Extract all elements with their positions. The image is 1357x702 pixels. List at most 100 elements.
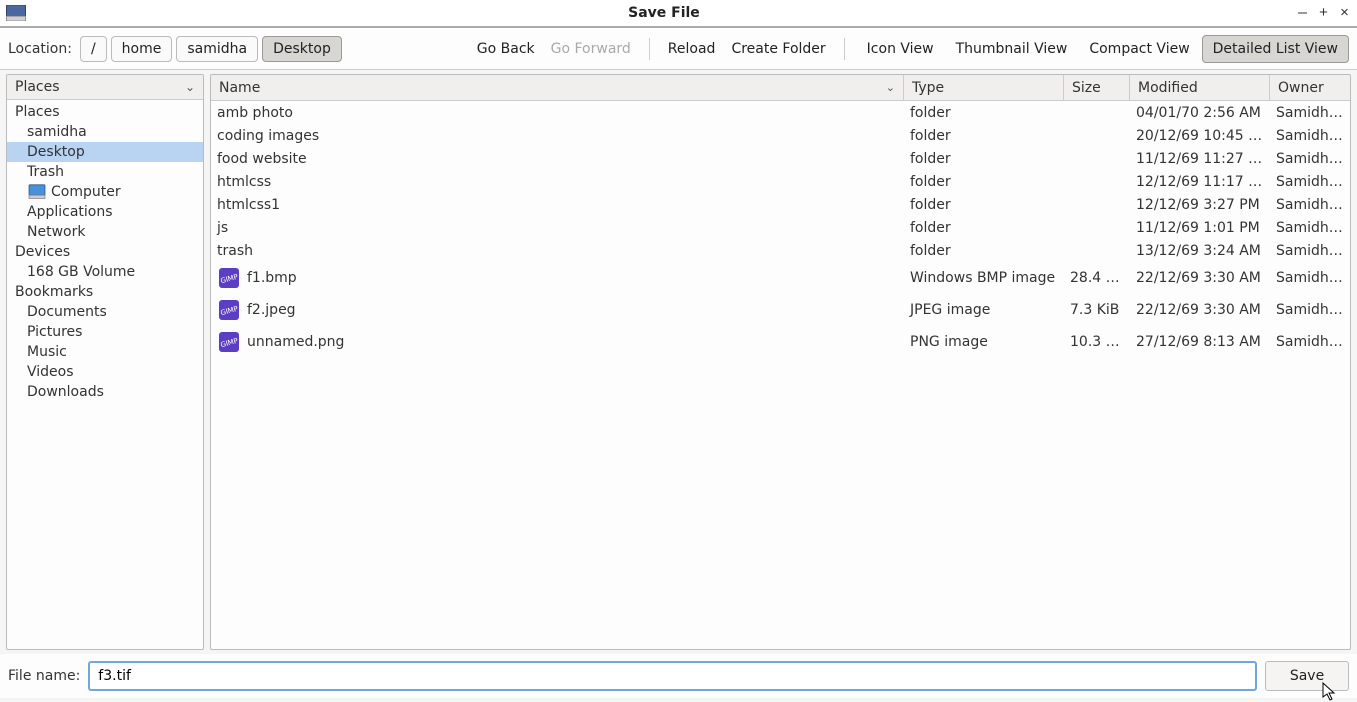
sidebar-list: PlacessamidhaDesktopTrashComputerApplica…	[7, 100, 203, 649]
app-icon	[6, 5, 26, 21]
view-thumbnail-view[interactable]: Thumbnail View	[946, 36, 1078, 62]
breadcrumb--[interactable]: /	[80, 36, 107, 62]
file-type-cell: folder	[904, 243, 1064, 259]
file-owner-cell: Samidha,,,	[1270, 197, 1350, 213]
image-file-icon: GIMP	[217, 330, 241, 354]
sidebar-item-downloads[interactable]: Downloads	[7, 382, 203, 402]
window-title: Save File	[32, 5, 1296, 21]
file-list-body[interactable]: amb photofolder04/01/70 2:56 AMSamidha,,…	[211, 101, 1350, 649]
sidebar-item-network[interactable]: Network	[7, 222, 203, 242]
maximize-button[interactable]: +	[1317, 5, 1330, 22]
file-name-cell: htmlcss	[211, 174, 904, 190]
file-row[interactable]: GIMPf1.bmpWindows BMP image28.4 KiB22/12…	[211, 262, 1350, 294]
separator	[844, 38, 845, 60]
file-modified-cell: 13/12/69 3:24 AM	[1130, 243, 1270, 259]
file-row[interactable]: htmlcss1folder 12/12/69 3:27 PMSamidha,,,	[211, 193, 1350, 216]
file-name-cell: coding images	[211, 128, 904, 144]
column-name[interactable]: Name ⌄	[211, 75, 904, 100]
file-type-cell: folder	[904, 128, 1064, 144]
file-size-cell: 7.3 KiB	[1064, 302, 1130, 318]
file-owner-cell: Samidha,,,	[1270, 302, 1350, 318]
breadcrumb-samidha[interactable]: samidha	[176, 36, 258, 62]
column-name-label: Name	[219, 80, 260, 96]
location-label: Location:	[8, 41, 72, 57]
file-modified-cell: 12/12/69 11:17 AM	[1130, 174, 1270, 190]
file-row[interactable]: GIMPf2.jpegJPEG image7.3 KiB22/12/69 3:3…	[211, 294, 1350, 326]
sidebar-item-computer[interactable]: Computer	[7, 182, 203, 202]
breadcrumb-container: /homesamidhaDesktop	[80, 36, 342, 62]
file-row[interactable]: trashfolder13/12/69 3:24 AMSamidha,,,	[211, 239, 1350, 262]
file-row[interactable]: food websitefolder 11/12/69 11:27 AMSamid…	[211, 147, 1350, 170]
column-size[interactable]: Size	[1064, 75, 1130, 100]
sidebar-item-videos[interactable]: Videos	[7, 362, 203, 382]
breadcrumb-home[interactable]: home	[111, 36, 173, 62]
view-compact-view[interactable]: Compact View	[1079, 36, 1199, 62]
sidebar-item-applications[interactable]: Applications	[7, 202, 203, 222]
file-modified-cell: 20/12/69 10:45 AM	[1130, 128, 1270, 144]
file-modified-cell: 27/12/69 8:13 AM	[1130, 334, 1270, 350]
toolbar: Location: /homesamidhaDesktop Go Back Go…	[0, 28, 1357, 70]
file-list-header: Name ⌄ Type Size Modified Owner	[211, 75, 1350, 101]
sidebar-item-music[interactable]: Music	[7, 342, 203, 362]
image-file-icon: GIMP	[217, 298, 241, 322]
file-row[interactable]: GIMPunnamed.pngPNG image10.3 KiB27/12/69…	[211, 326, 1350, 358]
breadcrumb-Desktop[interactable]: Desktop	[262, 36, 342, 62]
file-owner-cell: Samidha,,,	[1270, 128, 1350, 144]
file-type-cell: folder	[904, 151, 1064, 167]
file-owner-cell: Samidha,,,	[1270, 174, 1350, 190]
reload-button[interactable]: Reload	[662, 37, 722, 61]
file-owner-cell: Samidha,,,	[1270, 243, 1350, 259]
go-back-button[interactable]: Go Back	[471, 37, 541, 61]
main-area: Places ⌄ PlacessamidhaDesktopTrashComput…	[0, 70, 1357, 650]
save-button[interactable]: Save	[1265, 661, 1349, 691]
chevron-down-icon: ⌄	[886, 81, 895, 94]
minimize-button[interactable]: —	[1296, 5, 1309, 22]
filename-label: File name:	[8, 668, 80, 684]
sidebar-item-pictures[interactable]: Pictures	[7, 322, 203, 342]
column-modified[interactable]: Modified	[1130, 75, 1270, 100]
view-detailed-list-view[interactable]: Detailed List View	[1202, 35, 1349, 63]
sidebar-category-bookmarks: Bookmarks	[7, 282, 203, 302]
file-modified-cell: 11/12/69 11:27 AM	[1130, 151, 1270, 167]
close-button[interactable]: ×	[1338, 5, 1351, 22]
sidebar-item-168-gb-volume[interactable]: 168 GB Volume	[7, 262, 203, 282]
file-row[interactable]: amb photofolder04/01/70 2:56 AMSamidha,,…	[211, 101, 1350, 124]
file-type-cell: folder	[904, 174, 1064, 190]
file-size-cell: 10.3 KiB	[1064, 334, 1130, 350]
file-modified-cell: 22/12/69 3:30 AM	[1130, 270, 1270, 286]
sidebar-item-trash[interactable]: Trash	[7, 162, 203, 182]
places-sidebar: Places ⌄ PlacessamidhaDesktopTrashComput…	[6, 74, 204, 650]
file-modified-cell: 12/12/69 3:27 PM	[1130, 197, 1270, 213]
file-modified-cell: 04/01/70 2:56 AM	[1130, 105, 1270, 121]
file-row[interactable]: htmlcssfolder 12/12/69 11:17 AMSamidha,,,	[211, 170, 1350, 193]
computer-icon	[27, 184, 47, 200]
file-row[interactable]: coding imagesfolder 20/12/69 10:45 AMSami…	[211, 124, 1350, 147]
filename-input[interactable]	[88, 661, 1257, 691]
file-name-cell: GIMPf2.jpeg	[211, 298, 904, 322]
sidebar-item-samidha[interactable]: samidha	[7, 122, 203, 142]
file-owner-cell: Samidha,,,	[1270, 220, 1350, 236]
file-size-cell: 28.4 KiB	[1064, 270, 1130, 286]
sidebar-header[interactable]: Places ⌄	[7, 75, 203, 100]
view-icon-view[interactable]: Icon View	[857, 36, 944, 62]
file-row[interactable]: jsfolder11/12/69 1:01 PMSamidha,,,	[211, 216, 1350, 239]
sidebar-item-documents[interactable]: Documents	[7, 302, 203, 322]
file-owner-cell: Samidha,,,	[1270, 270, 1350, 286]
sidebar-item-desktop[interactable]: Desktop	[7, 142, 203, 162]
file-modified-cell: 22/12/69 3:30 AM	[1130, 302, 1270, 318]
file-type-cell: PNG image	[904, 334, 1064, 350]
image-file-icon: GIMP	[217, 266, 241, 290]
file-type-cell: folder	[904, 105, 1064, 121]
create-folder-button[interactable]: Create Folder	[725, 37, 831, 61]
column-type[interactable]: Type	[904, 75, 1064, 100]
file-name-cell: htmlcss1	[211, 197, 904, 213]
sidebar-category-devices: Devices	[7, 242, 203, 262]
file-type-cell: folder	[904, 197, 1064, 213]
file-name-cell: food website	[211, 151, 904, 167]
file-type-cell: Windows BMP image	[904, 270, 1064, 286]
column-owner[interactable]: Owner	[1270, 75, 1350, 100]
file-owner-cell: Samidha,,,	[1270, 151, 1350, 167]
file-modified-cell: 11/12/69 1:01 PM	[1130, 220, 1270, 236]
window-buttons: — + ×	[1296, 5, 1351, 22]
file-name-cell: GIMPf1.bmp	[211, 266, 904, 290]
